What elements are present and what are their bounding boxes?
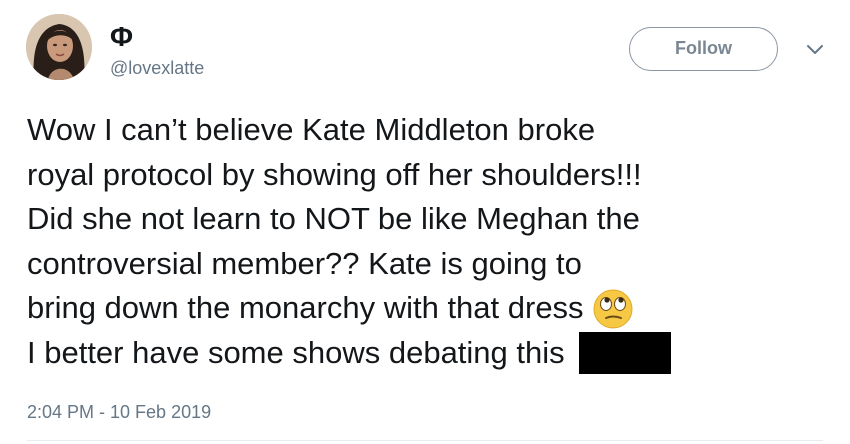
tweet-line: bring down the monarchy with that dress bbox=[27, 290, 584, 325]
tweet-line-with-redaction: I better have some shows debating this bbox=[27, 331, 827, 376]
tweet-line: royal protocol by showing off her should… bbox=[27, 156, 642, 192]
avatar[interactable] bbox=[26, 14, 92, 80]
divider bbox=[27, 440, 823, 441]
profile-photo-icon bbox=[26, 14, 92, 80]
tweet-line: Did she not learn to NOT be like Meghan … bbox=[27, 201, 640, 236]
redaction-box bbox=[578, 331, 671, 374]
follow-button[interactable]: Follow bbox=[629, 27, 778, 71]
tweet-line: Wow I can’t believe Kate Middleton broke bbox=[27, 112, 596, 147]
rolling-eyes-emoji-icon bbox=[592, 286, 638, 330]
user-handle[interactable]: @lovexlatte bbox=[110, 57, 204, 79]
tweet-line-with-emoji: bring down the monarchy with that dress bbox=[27, 286, 827, 331]
tweet-text: Wow I can’t believe Kate Middleton broke… bbox=[27, 108, 827, 375]
chevron-down-icon[interactable] bbox=[805, 42, 825, 56]
display-name[interactable]: Φ bbox=[110, 20, 133, 54]
tweet-timestamp[interactable]: 2:04 PM - 10 Feb 2019 bbox=[27, 401, 211, 423]
tweet-line: controversial member?? Kate is going to bbox=[27, 245, 582, 281]
tweet-card: Φ @lovexlatte Follow Wow I can’t believe… bbox=[0, 0, 850, 444]
tweet-line: I better have some shows debating this bbox=[27, 334, 565, 370]
